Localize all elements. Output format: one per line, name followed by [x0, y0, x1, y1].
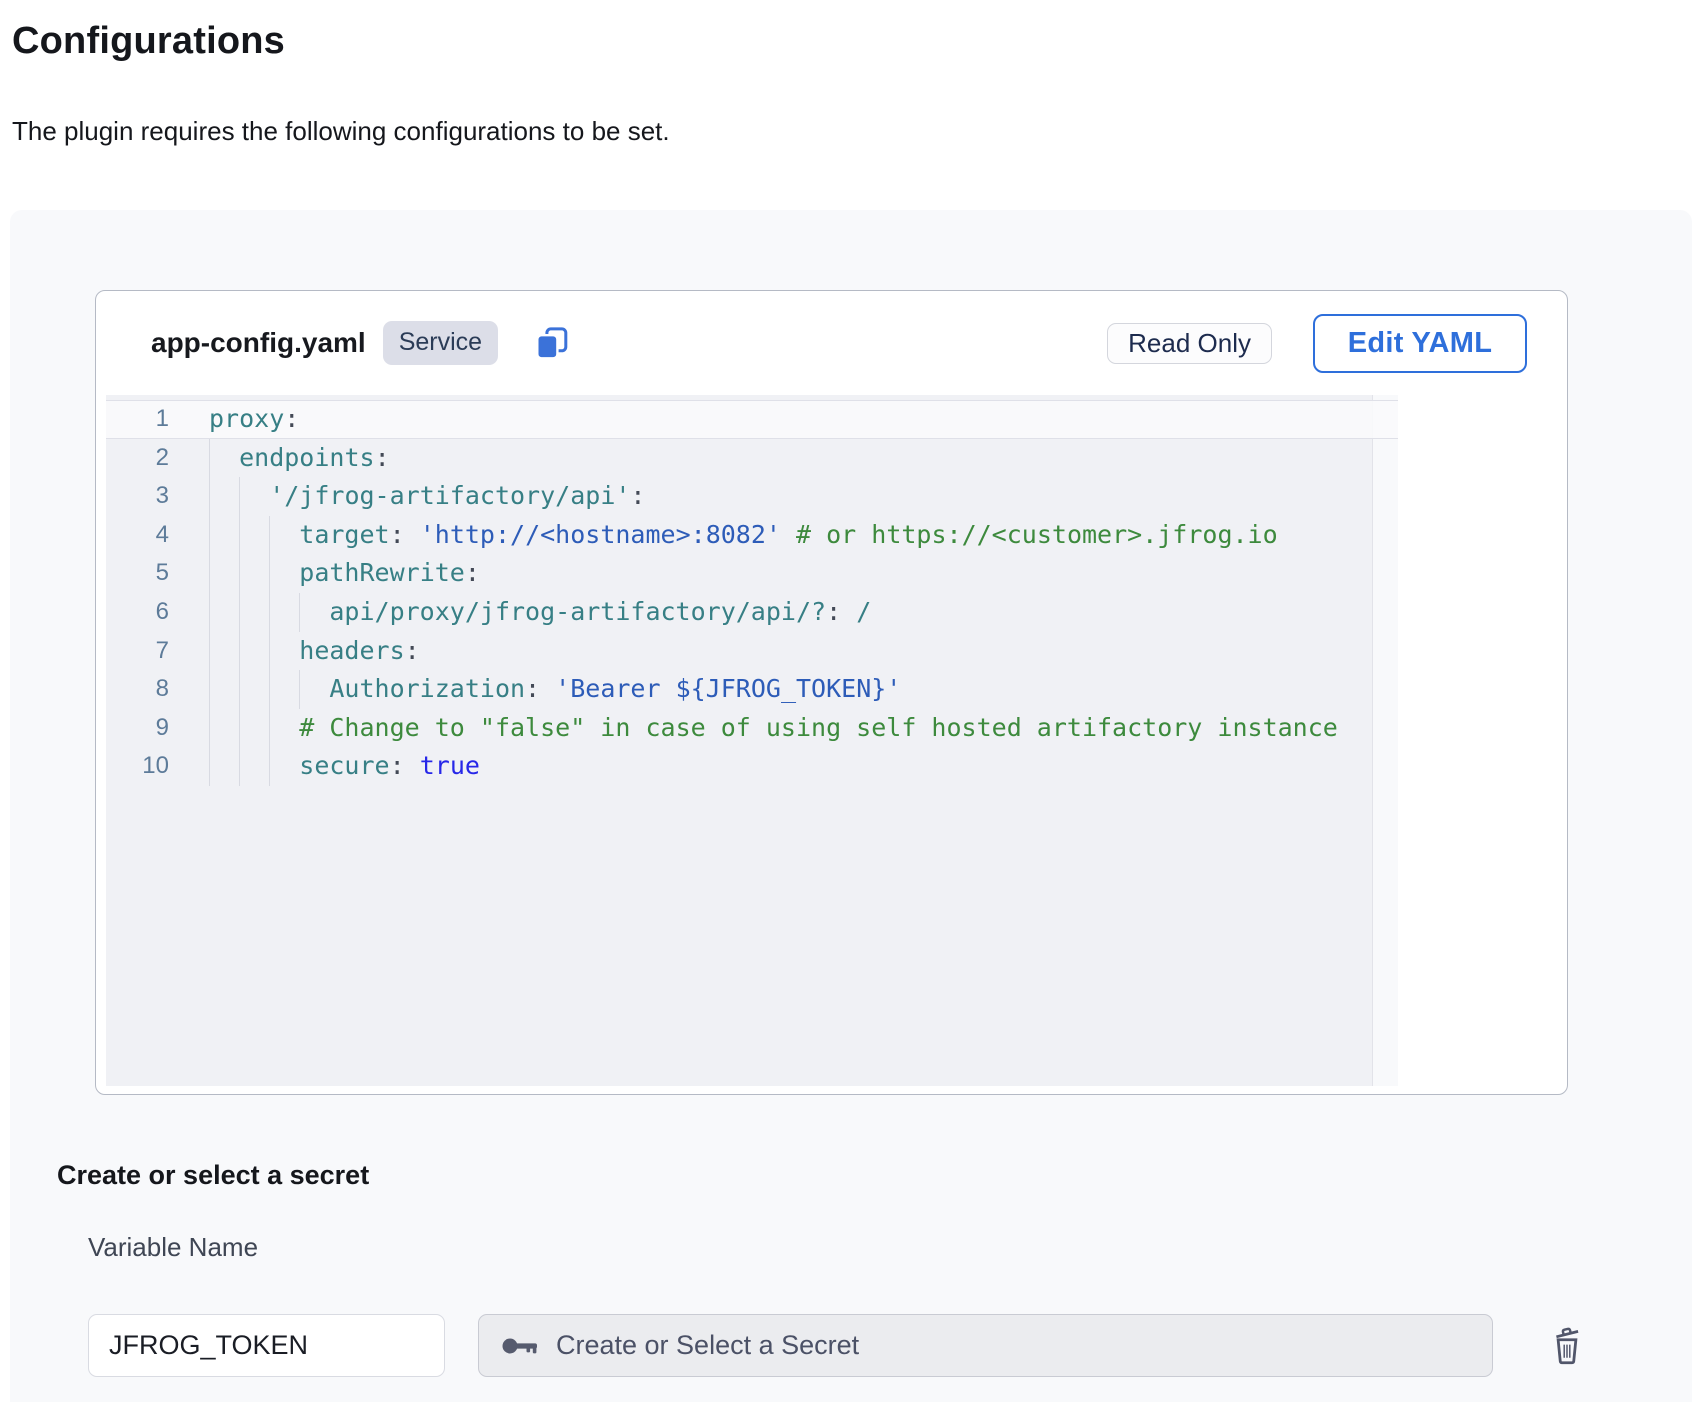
indent-guide: [209, 747, 239, 786]
secret-section-heading: Create or select a secret: [57, 1160, 369, 1191]
indent-guide: [209, 477, 239, 516]
indent-guide: [209, 670, 239, 709]
indent-guide: [209, 709, 239, 748]
line-number: 9: [106, 709, 209, 748]
indent-guide: [209, 632, 239, 671]
code-line-content: endpoints:: [209, 439, 390, 478]
code-line-content: Authorization: 'Bearer ${JFROG_TOKEN}': [209, 670, 901, 709]
copy-icon[interactable]: [534, 325, 570, 361]
code-line-8[interactable]: 8 Authorization: 'Bearer ${JFROG_TOKEN}': [106, 670, 1398, 709]
yaml-editor[interactable]: 1proxy:2 endpoints:3 '/jfrog-artifactory…: [106, 395, 1398, 1086]
indent-guide: [209, 516, 239, 555]
code-line-content: target: 'http://<hostname>:8082' # or ht…: [209, 516, 1278, 555]
code-line-4[interactable]: 4 target: 'http://<hostname>:8082' # or …: [106, 516, 1398, 555]
code-line-3[interactable]: 3 '/jfrog-artifactory/api':: [106, 477, 1398, 516]
indent-guide: [239, 593, 269, 632]
read-only-button[interactable]: Read Only: [1107, 323, 1272, 364]
delete-secret-button[interactable]: [1545, 1318, 1589, 1368]
code-line-content: '/jfrog-artifactory/api':: [209, 477, 645, 516]
indent-guide: [299, 593, 329, 632]
variable-name-input[interactable]: [88, 1314, 445, 1377]
code-line-2[interactable]: 2 endpoints:: [106, 439, 1398, 478]
indent-guide: [299, 670, 329, 709]
code-line-5[interactable]: 5 pathRewrite:: [106, 554, 1398, 593]
indent-guide: [269, 632, 299, 671]
page-subtitle: The plugin requires the following config…: [12, 116, 670, 147]
indent-guide: [269, 554, 299, 593]
service-badge: Service: [383, 321, 498, 365]
code-line-9[interactable]: 9 # Change to "false" in case of using s…: [106, 709, 1398, 748]
file-name: app-config.yaml: [151, 327, 366, 359]
indent-guide: [209, 593, 239, 632]
config-panel: app-config.yaml Service Read Only Edit Y…: [10, 210, 1692, 1402]
code-line-content: # Change to "false" in case of using sel…: [209, 709, 1338, 748]
line-number: 8: [106, 670, 209, 709]
key-icon-glyph: [501, 1334, 539, 1358]
code-line-content: proxy:: [209, 401, 299, 438]
page-title: Configurations: [12, 20, 285, 63]
code-line-6[interactable]: 6 api/proxy/jfrog-artifactory/api/?: /: [106, 593, 1398, 632]
code-lines: 1proxy:2 endpoints:3 '/jfrog-artifactory…: [106, 395, 1398, 786]
code-line-10[interactable]: 10 secure: true: [106, 747, 1398, 786]
line-number: 7: [106, 632, 209, 671]
indent-guide: [239, 670, 269, 709]
indent-guide: [239, 709, 269, 748]
indent-guide: [239, 554, 269, 593]
code-line-7[interactable]: 7 headers:: [106, 632, 1398, 671]
code-line-content: pathRewrite:: [209, 554, 480, 593]
indent-guide: [269, 593, 299, 632]
line-number: 1: [106, 401, 209, 438]
indent-guide: [269, 747, 299, 786]
key-icon: [501, 1334, 539, 1358]
secret-select-placeholder: Create or Select a Secret: [556, 1330, 859, 1361]
copy-icon-glyph: [534, 325, 570, 361]
yaml-config-card: app-config.yaml Service Read Only Edit Y…: [95, 290, 1568, 1095]
variable-name-label: Variable Name: [88, 1232, 258, 1263]
edit-yaml-button[interactable]: Edit YAML: [1313, 314, 1527, 373]
indent-guide: [209, 554, 239, 593]
line-number: 4: [106, 516, 209, 555]
code-line-content: secure: true: [209, 747, 480, 786]
indent-guide: [239, 632, 269, 671]
indent-guide: [239, 747, 269, 786]
indent-guide: [269, 670, 299, 709]
code-line-content: headers:: [209, 632, 420, 671]
indent-guide: [269, 709, 299, 748]
code-line-content: api/proxy/jfrog-artifactory/api/?: /: [209, 593, 871, 632]
indent-guide: [269, 516, 299, 555]
line-number: 2: [106, 439, 209, 478]
secret-select-field[interactable]: Create or Select a Secret: [478, 1314, 1493, 1377]
code-line-1[interactable]: 1proxy:: [106, 400, 1398, 439]
line-number: 5: [106, 554, 209, 593]
indent-guide: [239, 477, 269, 516]
indent-guide: [239, 516, 269, 555]
line-number: 3: [106, 477, 209, 516]
trash-icon: [1547, 1320, 1587, 1366]
yaml-card-header: app-config.yaml Service Read Only Edit Y…: [96, 291, 1567, 395]
line-number: 10: [106, 747, 209, 786]
indent-guide: [209, 439, 239, 478]
line-number: 6: [106, 593, 209, 632]
